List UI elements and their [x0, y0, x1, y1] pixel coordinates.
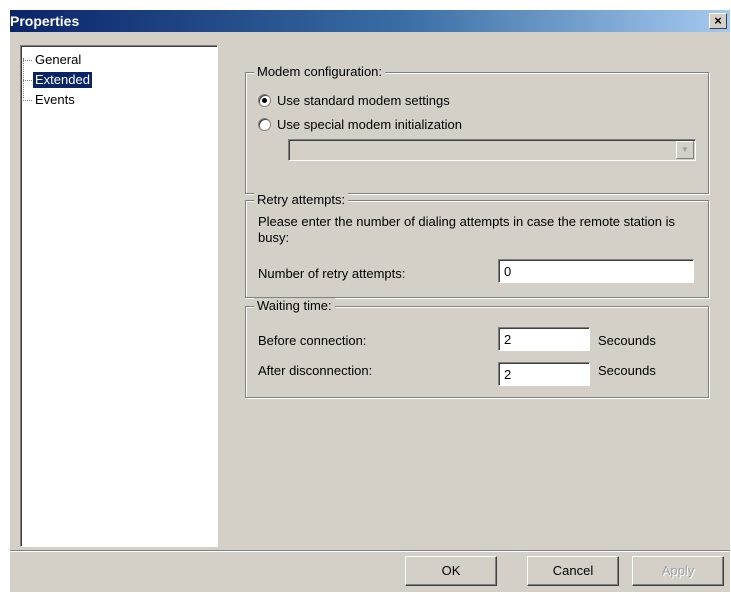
standard-modem-radio[interactable]: Use standard modem settings	[258, 92, 450, 110]
waiting-time-legend: Waiting time:	[254, 298, 335, 314]
cancel-button[interactable]: Cancel	[527, 556, 619, 586]
before-connection-label: Before connection:	[258, 333, 367, 348]
standard-modem-label: Use standard modem settings	[277, 93, 450, 108]
tree-item-extended[interactable]: Extended	[23, 72, 92, 88]
tree-connector	[23, 80, 32, 81]
special-modem-label: Use special modem initialization	[277, 117, 462, 132]
radio-checked-icon	[258, 94, 271, 108]
modem-configuration-group: Modem configuration: Use standard modem …	[245, 64, 709, 194]
dropdown-arrow-icon[interactable]: ▼	[676, 141, 694, 159]
after-disconnection-label: After disconnection:	[258, 363, 373, 378]
before-connection-unit: Secounds	[598, 333, 656, 348]
ok-button[interactable]: OK	[405, 556, 497, 586]
title-bar[interactable]: Properties ×	[10, 10, 730, 32]
properties-dialog: Properties × General Extended Events Mod…	[10, 10, 730, 592]
window-title: Properties	[10, 13, 80, 29]
tree-item-events[interactable]: Events	[23, 92, 77, 108]
radio-unchecked-icon	[258, 118, 271, 132]
retry-count-input[interactable]: 0	[498, 259, 694, 283]
modem-configuration-legend: Modem configuration:	[254, 64, 386, 80]
waiting-time-group: Waiting time: Before connection: 2 Secou…	[245, 298, 709, 398]
after-disconnection-unit: Secounds	[598, 363, 656, 378]
tree-item-label: Extended	[35, 72, 90, 87]
special-modem-radio[interactable]: Use special modem initialization	[258, 116, 462, 134]
close-button[interactable]: ×	[709, 13, 727, 29]
retry-attempts-group: Retry attempts: Please enter the number …	[245, 192, 709, 298]
modem-init-select[interactable]: ▼	[288, 139, 696, 161]
after-disconnection-input[interactable]: 2	[498, 362, 590, 386]
apply-button[interactable]: Apply	[632, 556, 724, 586]
tree-connector	[23, 60, 32, 61]
tree-connector-line	[23, 58, 24, 98]
tree-item-label: Events	[35, 92, 75, 107]
retry-count-label: Number of retry attempts:	[258, 266, 406, 281]
retry-description: Please enter the number of dialing attem…	[258, 214, 675, 245]
navigation-tree[interactable]: General Extended Events	[20, 45, 218, 547]
retry-attempts-legend: Retry attempts:	[254, 192, 349, 208]
before-connection-input[interactable]: 2	[498, 327, 590, 351]
tree-item-general[interactable]: General	[23, 52, 83, 68]
close-icon: ×	[714, 13, 722, 28]
button-separator	[10, 550, 730, 552]
tree-connector	[23, 100, 32, 101]
tree-item-label: General	[35, 52, 82, 67]
